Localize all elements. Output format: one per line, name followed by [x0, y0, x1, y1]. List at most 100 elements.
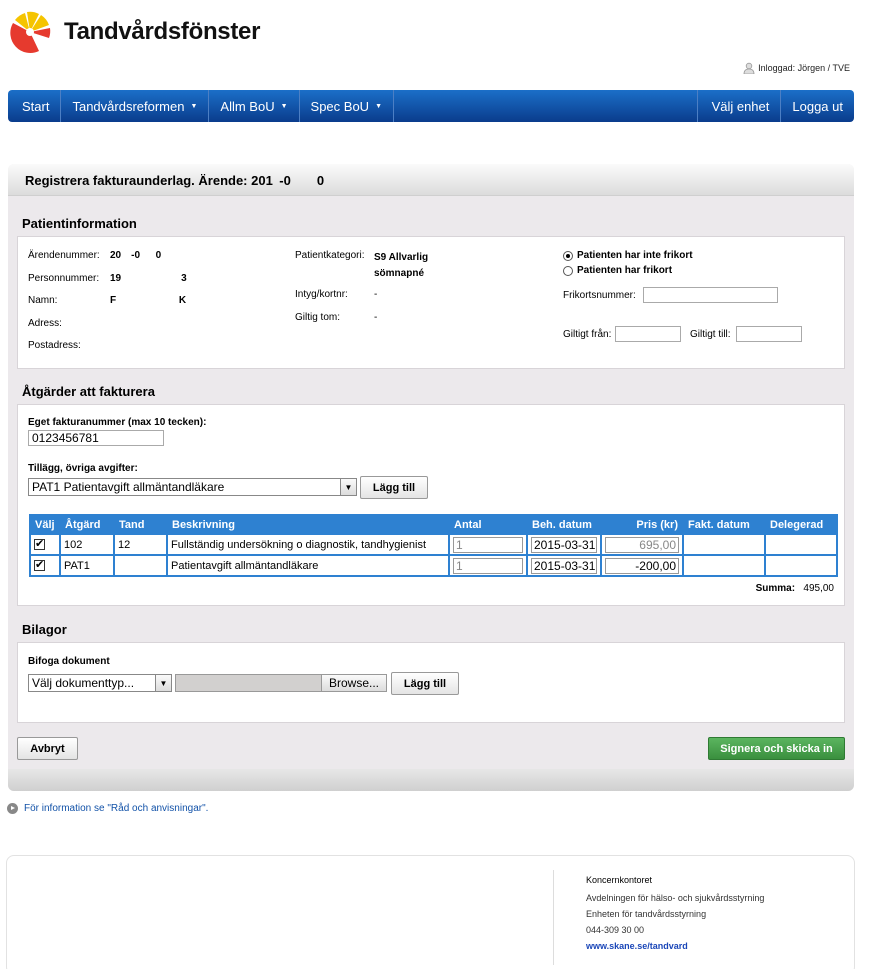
- user-icon: [743, 62, 755, 74]
- footer-org: Koncernkontoret: [586, 875, 653, 885]
- fees-select[interactable]: PAT1 Patientavgift allmäntandläkare ▼: [28, 478, 357, 496]
- caret-down-icon: ▼: [190, 102, 198, 110]
- col-valj: Välj: [29, 514, 61, 535]
- cell-tand: 12: [113, 533, 168, 556]
- field-label: Adress:: [28, 318, 62, 329]
- patient-category-value: S9 Allvarlig sömnapné: [374, 252, 429, 279]
- invoice-number-label: Eget fakturanummer (max 10 tecken):: [28, 417, 207, 428]
- info-link-text: För information se "Råd och anvisningar"…: [24, 803, 209, 814]
- frikortsnummer-label: Frikortsnummer:: [563, 290, 636, 301]
- row-checkbox[interactable]: [34, 558, 45, 572]
- antal-input[interactable]: 1: [453, 557, 523, 574]
- cell-datum: 2015-03-31: [526, 554, 602, 577]
- patient-field-personnummer: Personnummer: 19 3: [28, 273, 187, 284]
- giltigt-till-label: Giltigt till:: [690, 329, 731, 340]
- nav-tandvardsreformen-label: Tandvårdsreformen: [72, 98, 185, 114]
- fees-select-value: PAT1 Patientavgift allmäntandläkare: [32, 480, 225, 494]
- doc-type-select[interactable]: Välj dokumenttyp... ▼: [28, 674, 172, 692]
- col-antal: Antal: [448, 514, 528, 535]
- app-title: Tandvårdsfönster: [64, 18, 261, 45]
- field-value: 20 -0 0: [110, 250, 162, 261]
- field-value: F K: [110, 295, 187, 306]
- cancel-button[interactable]: Avbryt: [17, 737, 78, 760]
- cell-tand: [113, 554, 168, 577]
- nav-allm-bou-label: Allm BoU: [220, 98, 275, 114]
- radio-label: Patienten har frikort: [577, 265, 673, 276]
- nav-logga-ut-label: Logga ut: [792, 98, 843, 114]
- nav-logga-ut[interactable]: Logga ut: [780, 90, 854, 122]
- antal-input[interactable]: 1: [453, 536, 523, 553]
- footer-link[interactable]: www.skane.se/tandvard: [586, 941, 688, 951]
- col-atgard: Åtgärd: [59, 514, 115, 535]
- browse-button[interactable]: Browse...: [320, 675, 386, 691]
- panel-footer-bar: [8, 769, 854, 791]
- chevron-down-icon: ▼: [340, 479, 356, 495]
- actions-table: Välj Åtgärd Tand Beskrivning Antal Beh. …: [29, 514, 838, 577]
- nav-valj-enhet-label: Välj enhet: [711, 98, 770, 114]
- cell-pris: 695,00: [600, 533, 684, 556]
- cell-antal: 1: [448, 533, 528, 556]
- bilagor-section-title: Bilagor: [22, 622, 67, 637]
- giltig-tom-value: -: [374, 312, 378, 323]
- col-beh-datum: Beh. datum: [526, 514, 602, 535]
- radio-frikort[interactable]: Patienten har frikort: [563, 265, 672, 276]
- nav-spec-bou-label: Spec BoU: [310, 98, 370, 114]
- cell-fakt-datum: [682, 533, 766, 556]
- field-label: Namn:: [28, 295, 58, 306]
- page-footer: Koncernkontoret Avdelningen för hälso- o…: [6, 855, 855, 969]
- fees-add-button[interactable]: Lägg till: [360, 476, 428, 499]
- nav-tandvardsreformen[interactable]: Tandvårdsreformen ▼: [61, 90, 210, 122]
- col-fakt-datum: Fakt. datum: [682, 514, 766, 535]
- nav-valj-enhet[interactable]: Välj enhet: [696, 90, 781, 122]
- login-text: Inloggad: Jörgen / TVE: [758, 63, 850, 73]
- main-panel: Registrera fakturaunderlag. Ärende: 201 …: [8, 164, 854, 791]
- intyg-value: -: [374, 289, 378, 300]
- radio-selected-icon: [563, 250, 573, 261]
- nav-start[interactable]: Start: [8, 90, 62, 122]
- field-label: Patientkategori:: [295, 250, 365, 261]
- col-beskrivning: Beskrivning: [166, 514, 450, 535]
- attach-add-button[interactable]: Lägg till: [391, 672, 459, 695]
- invoice-number-input[interactable]: 0123456781: [28, 430, 164, 446]
- login-info: Inloggad: Jörgen / TVE: [743, 62, 850, 74]
- patient-info-box: Ärendenummer: 20 -0 0 Personnummer: 19 3 N…: [17, 236, 845, 369]
- cell-fakt-datum: [682, 554, 766, 577]
- footer-divider: [553, 870, 554, 965]
- file-input[interactable]: Browse...: [175, 674, 387, 692]
- datum-input[interactable]: 2015-03-31: [531, 536, 597, 553]
- page-title: Registrera fakturaunderlag. Ärende: 201 …: [8, 164, 854, 196]
- patient-section-title: Patientinformation: [22, 216, 137, 231]
- pris-input[interactable]: -200,00: [605, 557, 679, 574]
- field-label: Personnummer:: [28, 273, 100, 284]
- pris-input[interactable]: 695,00: [605, 536, 679, 553]
- cell-atgard: PAT1: [59, 554, 115, 577]
- radio-no-frikort[interactable]: Patienten har inte frikort: [563, 250, 693, 261]
- nav-allm-bou[interactable]: Allm BoU ▼: [209, 90, 300, 122]
- row-checkbox[interactable]: [34, 537, 45, 551]
- footer-line: Enheten för tandvårdsstyrning: [586, 909, 707, 919]
- radio-label: Patienten har inte frikort: [577, 250, 693, 261]
- bilagor-box: Bifoga dokument Välj dokumenttyp... ▼ Bro…: [17, 642, 845, 723]
- summa-label: Summa:: [755, 583, 796, 594]
- fees-label: Tillägg, övriga avgifter:: [28, 463, 138, 474]
- cell-antal: 1: [448, 554, 528, 577]
- intyg-label: Intyg/kortnr:: [295, 289, 348, 300]
- table-row: 102 12 Fullständig undersökning o diagno…: [29, 533, 838, 556]
- field-value: 19 3: [110, 273, 187, 284]
- bifoga-label: Bifoga dokument: [28, 656, 110, 667]
- col-pris: Pris (kr): [600, 514, 684, 535]
- info-link[interactable]: För information se "Råd och anvisningar"…: [7, 803, 208, 814]
- submit-button[interactable]: Signera och skicka in: [708, 737, 845, 760]
- chevron-down-icon: ▼: [155, 675, 171, 691]
- giltigt-fran-input[interactable]: [615, 326, 681, 342]
- actions-box: Eget fakturanummer (max 10 tecken): 0123…: [17, 404, 845, 606]
- datum-input[interactable]: 2015-03-31: [531, 557, 597, 574]
- field-label: Postadress:: [28, 340, 81, 351]
- giltigt-till-input[interactable]: [736, 326, 802, 342]
- frikortsnummer-input[interactable]: [643, 287, 778, 303]
- cell-delegerad: [764, 554, 838, 577]
- giltigt-fran-label: Giltigt från:: [563, 329, 612, 340]
- nav-spec-bou[interactable]: Spec BoU ▼: [300, 90, 395, 122]
- table-header-row: Välj Åtgärd Tand Beskrivning Antal Beh. …: [29, 514, 838, 535]
- play-circle-icon: [7, 803, 18, 814]
